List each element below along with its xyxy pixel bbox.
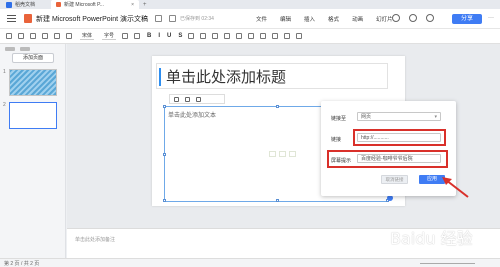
- thumbnail-view-icon[interactable]: [5, 47, 15, 51]
- picture-icon[interactable]: [279, 151, 286, 157]
- save-status: 已保存到 02:34: [180, 16, 214, 22]
- document-tab-title: 新建 Microsoft P...: [64, 2, 104, 8]
- menu-file[interactable]: 文件: [256, 15, 267, 23]
- highlight-box-link: [353, 129, 446, 146]
- resize-handle[interactable]: [163, 199, 166, 202]
- more-icon[interactable]: ···: [488, 15, 494, 21]
- slide-thumbnail-2[interactable]: [9, 102, 57, 129]
- app-name: 稻壳文档: [15, 2, 36, 8]
- zoom-slider[interactable]: [420, 263, 475, 264]
- slide-number: 2: [3, 102, 6, 108]
- align-left-icon[interactable]: [212, 33, 219, 39]
- fill-icon[interactable]: [185, 96, 190, 102]
- hamburger-menu-icon[interactable]: [7, 14, 16, 23]
- star-icon[interactable]: [155, 15, 163, 22]
- font-size-select[interactable]: 字号: [102, 32, 117, 40]
- underline-button[interactable]: U: [167, 33, 171, 39]
- add-slide-button[interactable]: 添加页面: [12, 53, 54, 63]
- resize-handle[interactable]: [276, 199, 279, 202]
- menu-format[interactable]: 格式: [328, 15, 339, 23]
- notes-placeholder[interactable]: 单击此处添加备注: [75, 236, 115, 243]
- format-painter-icon[interactable]: [6, 33, 12, 39]
- notification-icon[interactable]: [409, 14, 417, 22]
- status-bar: 第 2 页 / 共 2 页: [0, 258, 500, 267]
- cloud-sync-icon[interactable]: [169, 15, 177, 22]
- annotation-arrow-icon: [442, 177, 469, 198]
- insert-object-icons: [269, 151, 296, 157]
- watermark-logo: Baidu 经验: [390, 229, 473, 248]
- highlight-icon[interactable]: [200, 33, 207, 39]
- resize-handle[interactable]: [276, 105, 279, 108]
- add-collaborator-icon[interactable]: [426, 14, 434, 22]
- slide-sidebar: 添加页面 1 2: [0, 44, 66, 258]
- menu-animation[interactable]: 动画: [352, 15, 363, 23]
- bold-button[interactable]: B: [147, 33, 151, 39]
- style-icon[interactable]: [196, 96, 201, 102]
- app-tab[interactable]: 稻壳文档: [0, 0, 41, 9]
- redo-icon[interactable]: [42, 33, 48, 39]
- font-family-select[interactable]: 宋体: [80, 32, 95, 40]
- title-placeholder-box[interactable]: 单击此处添加标题: [156, 63, 388, 89]
- close-tab-icon[interactable]: ×: [131, 2, 134, 8]
- title-accent-bar: [159, 68, 161, 86]
- brush-icon[interactable]: [54, 33, 60, 39]
- right-icon-group: [392, 14, 434, 22]
- link-label: 链接: [331, 137, 342, 143]
- remove-link-button[interactable]: 取消链接: [381, 175, 408, 184]
- window-titlebar: 稻壳文档 新建 Microsoft P... × +: [0, 0, 500, 9]
- align-center-icon[interactable]: [224, 33, 231, 39]
- menu-edit[interactable]: 编辑: [280, 15, 291, 23]
- new-tab-icon[interactable]: +: [143, 2, 147, 8]
- increase-font-icon[interactable]: [122, 33, 129, 39]
- content-placeholder[interactable]: 单击此处添加文本: [168, 110, 216, 119]
- link-to-label: 链接至: [331, 116, 347, 122]
- document-tab[interactable]: 新建 Microsoft P... ×: [51, 0, 140, 9]
- numbered-list-icon[interactable]: [260, 33, 267, 39]
- format-toolbar: 宋体 字号 B I U S: [0, 28, 500, 44]
- link-to-select[interactable]: 网页 ▾: [357, 112, 441, 121]
- slide-number: 1: [3, 69, 6, 75]
- highlight-box-tooltip: [327, 150, 448, 168]
- align-right-icon[interactable]: [236, 33, 243, 39]
- hyperlink-panel: 链接至 网页 ▾ 链接 http://........... 屏幕提示 百度经验…: [321, 101, 456, 196]
- page-indicator: 第 2 页 / 共 2 页: [4, 261, 40, 267]
- document-title[interactable]: 新建 Microsoft PowerPoint 演示文稿: [36, 14, 148, 24]
- font-color-icon[interactable]: [174, 96, 179, 102]
- share-button[interactable]: 分享: [452, 14, 482, 24]
- title-placeholder[interactable]: 单击此处添加标题: [166, 66, 286, 87]
- menu-slides[interactable]: 幻灯片: [376, 15, 393, 23]
- presentation-icon: [56, 2, 62, 7]
- link-icon[interactable]: [272, 33, 279, 39]
- menu-bar: 文件 编辑 插入 格式 动画 幻灯片: [256, 9, 393, 28]
- slide-thumbnail-1[interactable]: [9, 69, 57, 96]
- strikethrough-button[interactable]: S: [178, 33, 182, 39]
- undo-icon[interactable]: [30, 33, 36, 39]
- insert-icon[interactable]: [18, 33, 24, 39]
- table-icon[interactable]: [269, 151, 276, 157]
- app-logo-icon: [6, 1, 12, 8]
- chart-icon[interactable]: [289, 151, 296, 157]
- link-to-value: 网页: [361, 114, 372, 120]
- list-icon[interactable]: [248, 33, 255, 39]
- outline-view-icon[interactable]: [20, 47, 30, 51]
- resize-handle[interactable]: [163, 153, 166, 156]
- image-icon[interactable]: [284, 33, 291, 39]
- chevron-down-icon: ▾: [434, 114, 437, 120]
- main-toolbar: 新建 Microsoft PowerPoint 演示文稿 已保存到 02:34 …: [0, 9, 500, 28]
- resize-handle[interactable]: [163, 105, 166, 108]
- floating-format-toolbar: [169, 94, 225, 104]
- font-color-icon[interactable]: [188, 33, 195, 39]
- decrease-font-icon[interactable]: [134, 33, 141, 39]
- shape-icon[interactable]: [296, 33, 303, 39]
- menu-insert[interactable]: 插入: [304, 15, 315, 23]
- present-icon[interactable]: [392, 14, 400, 22]
- italic-button[interactable]: I: [158, 33, 160, 39]
- clear-format-icon[interactable]: [66, 33, 72, 39]
- document-icon: [24, 14, 32, 23]
